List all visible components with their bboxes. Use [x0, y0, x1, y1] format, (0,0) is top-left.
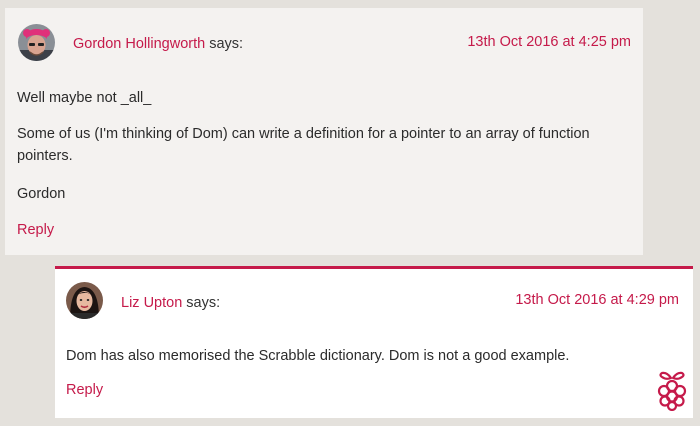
comment-author-line: Liz Upton says: [121, 295, 220, 311]
comment-liz: Liz Upton says: 13th Oct 2016 at 4:29 pm… [55, 266, 693, 418]
comment-paragraph: Gordon [17, 186, 66, 202]
author-says-label: says: [186, 295, 221, 311]
avatar-gordon [18, 24, 55, 61]
comment-paragraph: Well maybe not _all_ [17, 90, 152, 106]
avatar-liz [66, 282, 103, 319]
comment-date-link[interactable]: 13th Oct 2016 at 4:29 pm [515, 292, 679, 308]
raspberry-pi-logo-icon [655, 369, 689, 412]
comment-author-line: Gordon Hollingworth says: [73, 36, 243, 52]
reply-link[interactable]: Reply [66, 382, 103, 398]
author-says-label: says: [209, 36, 244, 52]
reply-link[interactable]: Reply [17, 222, 54, 238]
comment-date-link[interactable]: 13th Oct 2016 at 4:25 pm [467, 34, 631, 50]
author-name-link[interactable]: Liz Upton [121, 295, 182, 311]
comment-paragraph: Some of us (I'm thinking of Dom) can wri… [17, 126, 590, 164]
comment-gordon: Gordon Hollingworth says: 13th Oct 2016 … [5, 8, 643, 255]
author-name-link[interactable]: Gordon Hollingworth [73, 36, 205, 52]
comment-paragraph: Dom has also memorised the Scrabble dict… [66, 348, 570, 364]
